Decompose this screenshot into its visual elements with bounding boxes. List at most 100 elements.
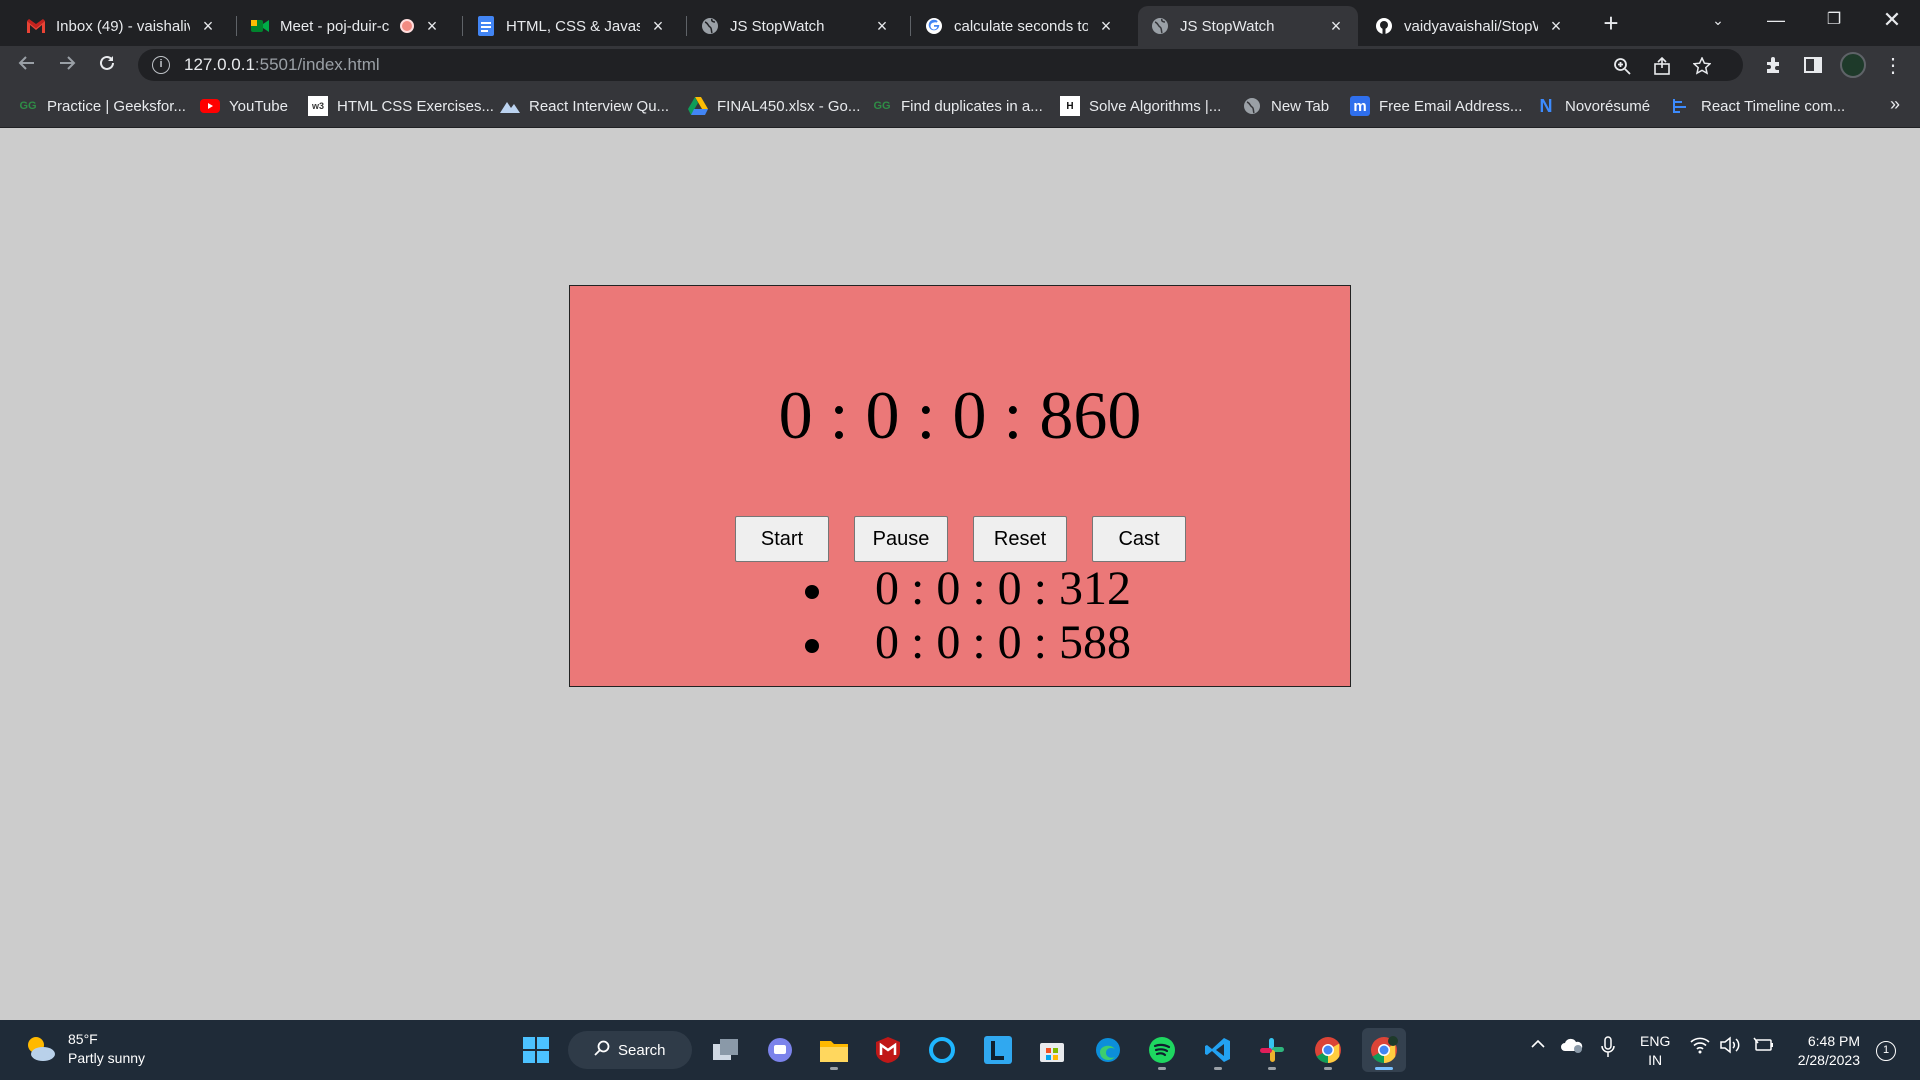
onedrive-cloud-icon[interactable] — [1560, 1036, 1584, 1059]
bookmark-label: HTML CSS Exercises... — [337, 97, 494, 115]
slack-icon[interactable] — [1250, 1028, 1294, 1072]
url-path: :5501/index.html — [254, 55, 380, 74]
bookmark-item[interactable]: H Solve Algorithms |... — [1060, 94, 1221, 118]
running-indicator — [1158, 1067, 1166, 1070]
browser-tab-strip: Inbox (49) - vaishaliva × Meet - poj-dui… — [0, 0, 1920, 46]
list-item: 0 : 0 : 0 : 312 — [805, 562, 1131, 616]
recording-icon — [400, 19, 414, 33]
back-button[interactable] — [12, 50, 42, 80]
close-tab-icon[interactable]: × — [422, 16, 442, 37]
tab-github-repo[interactable]: vaidyavaishali/StopW × — [1362, 6, 1578, 46]
taskbar-search[interactable]: Search — [568, 1031, 692, 1069]
vscode-icon[interactable] — [1196, 1028, 1240, 1072]
close-tab-icon[interactable]: × — [1546, 16, 1566, 37]
wifi-icon[interactable] — [1690, 1036, 1710, 1059]
battery-icon[interactable] — [1752, 1036, 1774, 1059]
bullet-icon — [805, 639, 819, 653]
bookmark-label: Novorésumé — [1565, 97, 1651, 115]
close-tab-icon[interactable]: × — [648, 16, 668, 37]
microsoft-store-icon[interactable] — [1030, 1028, 1074, 1072]
tab-separator — [462, 16, 463, 36]
bookmark-item[interactable]: m Free Email Address... — [1350, 94, 1522, 118]
weather-widget[interactable]: 85°F Partly sunny — [22, 1030, 145, 1068]
new-tab-button[interactable]: + — [1596, 8, 1626, 38]
m-icon: m — [1350, 96, 1370, 116]
task-view-icon[interactable] — [704, 1028, 748, 1072]
tab-google-search[interactable]: calculate seconds to n × — [912, 6, 1128, 46]
zoom-icon[interactable] — [1611, 55, 1633, 77]
reload-button[interactable] — [92, 50, 122, 80]
l-app-icon[interactable] — [976, 1028, 1020, 1072]
volume-icon[interactable] — [1720, 1036, 1742, 1059]
start-button[interactable] — [514, 1028, 558, 1072]
tab-google-docs[interactable]: HTML, CSS & Javascri × — [464, 6, 680, 46]
more-bookmarks-button[interactable]: » — [1890, 94, 1900, 115]
pause-button[interactable]: Pause — [854, 516, 948, 562]
weather-temp: 85°F — [68, 1031, 98, 1047]
show-hidden-icons-chevron[interactable] — [1530, 1036, 1546, 1057]
search-icon — [594, 1040, 610, 1060]
browser-menu-icon[interactable]: ⋮ — [1878, 50, 1908, 80]
clock-date: 2/28/2023 — [1797, 1052, 1860, 1068]
file-explorer-icon[interactable] — [812, 1028, 856, 1072]
bookmark-item[interactable]: GG Find duplicates in a... — [872, 94, 1042, 118]
bookmark-item[interactable]: N Novorésumé — [1536, 94, 1651, 118]
start-button[interactable]: Start — [735, 516, 829, 562]
tab-js-stopwatch[interactable]: JS StopWatch × — [688, 6, 904, 46]
spotify-icon[interactable] — [1140, 1028, 1184, 1072]
bookmark-label: Practice | Geeksfor... — [47, 97, 186, 115]
profile-avatar[interactable] — [1838, 50, 1868, 80]
bookmark-star-icon[interactable] — [1691, 55, 1713, 77]
input-language-indicator[interactable]: ENG IN — [1640, 1032, 1670, 1070]
tab-separator — [236, 16, 237, 36]
cortana-icon[interactable] — [920, 1028, 964, 1072]
windows-taskbar: 85°F Partly sunny Search ENG IN 6:48 PM … — [0, 1020, 1920, 1080]
tab-title: HTML, CSS & Javascri — [506, 17, 640, 35]
tab-title: Inbox (49) - vaishaliva — [56, 17, 190, 35]
url-host: 127.0.0.1 — [184, 55, 255, 74]
cast-button[interactable]: Cast — [1092, 516, 1186, 562]
bookmark-item[interactable]: React Interview Qu... — [500, 94, 669, 118]
close-tab-icon[interactable]: × — [198, 16, 218, 37]
share-icon[interactable] — [1651, 55, 1673, 77]
tab-js-stopwatch-active[interactable]: JS StopWatch × — [1138, 6, 1358, 46]
teams-chat-icon[interactable] — [758, 1028, 802, 1072]
mcafee-icon[interactable] — [866, 1028, 910, 1072]
close-tab-icon[interactable]: × — [1326, 16, 1346, 37]
bookmark-item[interactable]: w3 HTML CSS Exercises... — [308, 94, 494, 118]
globe-icon — [1242, 96, 1262, 116]
restore-button[interactable]: ❐ — [1806, 0, 1862, 40]
side-panel-icon[interactable] — [1798, 50, 1828, 80]
running-indicator — [1375, 1067, 1393, 1070]
reset-button[interactable]: Reset — [973, 516, 1067, 562]
w3-icon: w3 — [308, 96, 328, 116]
tab-google-meet[interactable]: Meet - poj-duir-c × — [238, 6, 454, 46]
bullet-icon — [805, 585, 819, 599]
chrome-profile-icon[interactable] — [1362, 1028, 1406, 1072]
site-info-icon[interactable]: i — [152, 56, 170, 74]
bookmark-item[interactable]: GG Practice | Geeksfor... — [18, 94, 186, 118]
close-tab-icon[interactable]: × — [1096, 16, 1116, 37]
edge-icon[interactable] — [1086, 1028, 1130, 1072]
minimize-button[interactable]: — — [1748, 0, 1804, 40]
microphone-icon[interactable] — [1600, 1036, 1616, 1063]
forward-button[interactable] — [52, 50, 82, 80]
close-tab-icon[interactable]: × — [872, 16, 892, 37]
bookmark-label: Free Email Address... — [1379, 97, 1523, 115]
system-clock[interactable]: 6:48 PM 2/28/2023 — [1790, 1032, 1860, 1070]
notification-badge[interactable]: 1 — [1876, 1041, 1896, 1061]
tab-gmail-inbox[interactable]: Inbox (49) - vaishaliva × — [14, 6, 230, 46]
arrow-right-icon — [60, 56, 76, 70]
gmail-icon — [26, 16, 46, 36]
close-window-button[interactable]: ✕ — [1864, 0, 1920, 40]
address-bar[interactable]: i 127.0.0.1:5501/index.html — [138, 49, 1743, 81]
bookmark-label: New Tab — [1271, 97, 1330, 115]
bookmark-item[interactable]: React Timeline com... — [1672, 94, 1845, 118]
bookmark-item[interactable]: YouTube — [200, 94, 288, 118]
tab-search-chevron-icon[interactable]: ⌄ — [1690, 0, 1746, 40]
youtube-icon — [200, 96, 220, 116]
extensions-icon[interactable] — [1758, 50, 1788, 80]
bookmark-item[interactable]: FINAL450.xlsx - Go... — [688, 94, 860, 118]
bookmark-item[interactable]: New Tab — [1242, 94, 1329, 118]
chrome-icon[interactable] — [1306, 1028, 1350, 1072]
